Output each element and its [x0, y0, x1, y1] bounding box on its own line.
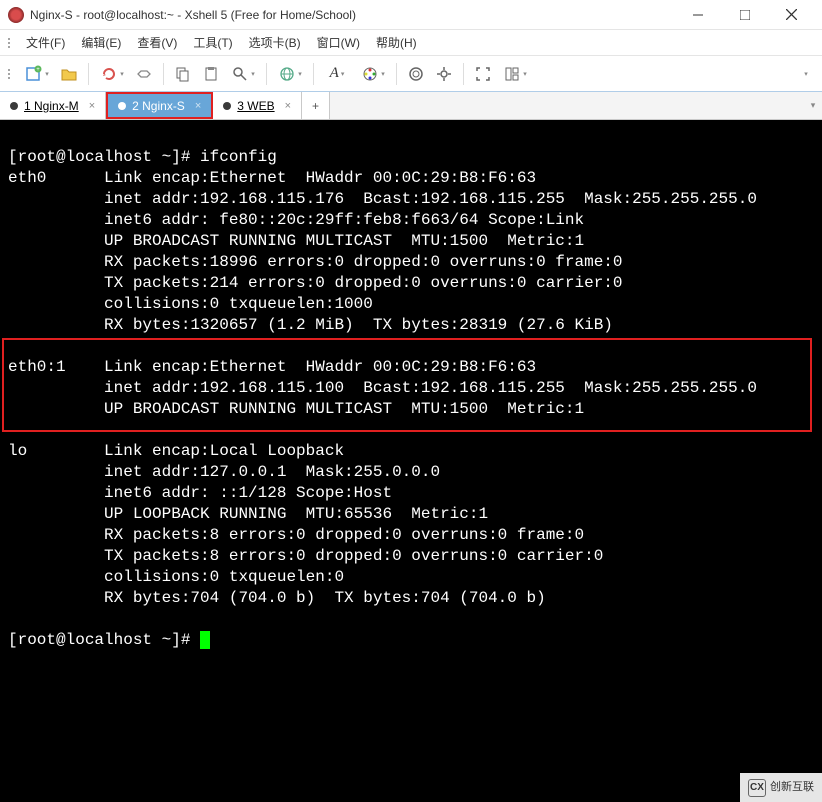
script-button[interactable] — [403, 61, 429, 87]
terminal-pane[interactable]: [root@localhost ~]# ifconfig eth0 Link e… — [0, 120, 822, 802]
terminal-line: UP BROADCAST RUNNING MULTICAST MTU:1500 … — [104, 400, 584, 418]
svg-text:+: + — [36, 67, 40, 73]
tab-status-dot — [118, 102, 126, 110]
terminal-line: inet6 addr: fe80::20c:29ff:feb8:f663/64 … — [104, 211, 584, 229]
settings-button[interactable] — [431, 61, 457, 87]
terminal-line: RX packets:8 errors:0 dropped:0 overruns… — [104, 526, 584, 544]
iface-name: lo — [8, 442, 27, 460]
watermark-logo: CX — [748, 779, 766, 797]
app-icon — [8, 7, 24, 23]
menu-drag-handle[interactable] — [8, 34, 14, 52]
tab-status-dot — [223, 102, 231, 110]
tab-close-icon[interactable]: × — [89, 100, 95, 112]
prompt: [root@localhost ~]# — [8, 631, 200, 649]
terminal-line: RX bytes:704 (704.0 b) TX bytes:704 (704… — [104, 589, 546, 607]
iface-name: eth0:1 — [8, 358, 66, 376]
copy-button[interactable] — [170, 61, 196, 87]
maximize-button[interactable] — [722, 1, 767, 29]
terminal-line: inet6 addr: ::1/128 Scope:Host — [104, 484, 392, 502]
toolbar-separator — [313, 63, 314, 85]
tab-status-dot — [10, 102, 18, 110]
tabbar-overflow-button[interactable]: ▾ — [802, 92, 822, 118]
menu-file[interactable]: 文件(F) — [18, 31, 73, 54]
terminal-line: UP BROADCAST RUNNING MULTICAST MTU:1500 … — [104, 232, 584, 250]
tab-label: 2 Nginx-S — [132, 99, 185, 113]
minimize-button[interactable] — [675, 1, 720, 29]
toolbar-separator — [463, 63, 464, 85]
title-bar: Nginx-S - root@localhost:~ - Xshell 5 (F… — [0, 0, 822, 30]
font-button[interactable]: A▾ — [320, 61, 354, 87]
toolbar-separator — [88, 63, 89, 85]
iface-name: eth0 — [8, 169, 46, 187]
terminal-line: collisions:0 txqueuelen:1000 — [104, 295, 373, 313]
terminal-line: inet addr:127.0.0.1 Mask:255.0.0.0 — [104, 463, 440, 481]
paste-button[interactable] — [198, 61, 224, 87]
find-button[interactable]: ▾ — [226, 61, 260, 87]
menu-tabs[interactable]: 选项卡(B) — [241, 31, 309, 54]
window-title: Nginx-S - root@localhost:~ - Xshell 5 (F… — [30, 8, 675, 22]
terminal-cursor — [200, 631, 210, 649]
watermark: CX 创新互联 — [740, 773, 822, 802]
toolbar: +▾ ▾ ▾ ▾ A▾ ▾ ▾ ▾ — [0, 56, 822, 92]
reconnect-button[interactable]: ▾ — [95, 61, 129, 87]
tab-nginx-s[interactable]: 2 Nginx-S × — [106, 92, 213, 119]
close-button[interactable] — [769, 1, 814, 29]
terminal-line: inet addr:192.168.115.176 Bcast:192.168.… — [104, 190, 757, 208]
menu-tools[interactable]: 工具(T) — [185, 31, 240, 54]
terminal-line: collisions:0 txqueuelen:0 — [104, 568, 344, 586]
terminal-command: ifconfig — [200, 148, 277, 166]
toolbar-drag-handle[interactable] — [8, 65, 14, 83]
layout-button[interactable]: ▾ — [498, 61, 532, 87]
tab-nginx-m[interactable]: 1 Nginx-M × — [0, 92, 106, 119]
tab-web[interactable]: 3 WEB × — [213, 92, 302, 119]
color-button[interactable]: ▾ — [356, 61, 390, 87]
menu-window[interactable]: 窗口(W) — [309, 31, 368, 54]
menu-view[interactable]: 查看(V) — [129, 31, 185, 54]
terminal-line: TX packets:214 errors:0 dropped:0 overru… — [104, 274, 622, 292]
open-button[interactable] — [56, 61, 82, 87]
terminal-line: RX packets:18996 errors:0 dropped:0 over… — [104, 253, 622, 271]
toolbar-overflow-button[interactable]: ▾ — [792, 61, 818, 87]
menu-edit[interactable]: 编辑(E) — [73, 31, 129, 54]
tab-close-icon[interactable]: × — [285, 100, 291, 112]
toolbar-separator — [163, 63, 164, 85]
tabbar-spacer — [330, 92, 802, 119]
terminal-line: TX packets:8 errors:0 dropped:0 overruns… — [104, 547, 603, 565]
terminal-line: Link encap:Ethernet HWaddr 00:0C:29:B8:F… — [104, 358, 536, 376]
terminal-line: RX bytes:1320657 (1.2 MiB) TX bytes:2831… — [104, 316, 613, 334]
tab-bar: 1 Nginx-M × 2 Nginx-S × 3 WEB × + ▾ — [0, 92, 822, 120]
terminal-line: Link encap:Ethernet HWaddr 00:0C:29:B8:F… — [104, 169, 536, 187]
toolbar-separator — [266, 63, 267, 85]
menu-bar: 文件(F) 编辑(E) 查看(V) 工具(T) 选项卡(B) 窗口(W) 帮助(… — [0, 30, 822, 56]
globe-button[interactable]: ▾ — [273, 61, 307, 87]
terminal-line: Link encap:Local Loopback — [104, 442, 344, 460]
terminal-line: UP LOOPBACK RUNNING MTU:65536 Metric:1 — [104, 505, 488, 523]
new-tab-button[interactable]: + — [302, 92, 330, 119]
tab-label: 3 WEB — [237, 99, 274, 113]
prompt: [root@localhost ~]# — [8, 148, 200, 166]
menu-help[interactable]: 帮助(H) — [368, 31, 425, 54]
terminal-line: inet addr:192.168.115.100 Bcast:192.168.… — [104, 379, 757, 397]
window-controls — [675, 1, 814, 29]
tab-label: 1 Nginx-M — [24, 99, 79, 113]
tab-close-icon[interactable]: × — [195, 100, 201, 112]
fullscreen-button[interactable] — [470, 61, 496, 87]
new-session-button[interactable]: +▾ — [20, 61, 54, 87]
watermark-text: 创新互联 — [770, 777, 814, 798]
disconnect-button[interactable] — [131, 61, 157, 87]
toolbar-separator — [396, 63, 397, 85]
